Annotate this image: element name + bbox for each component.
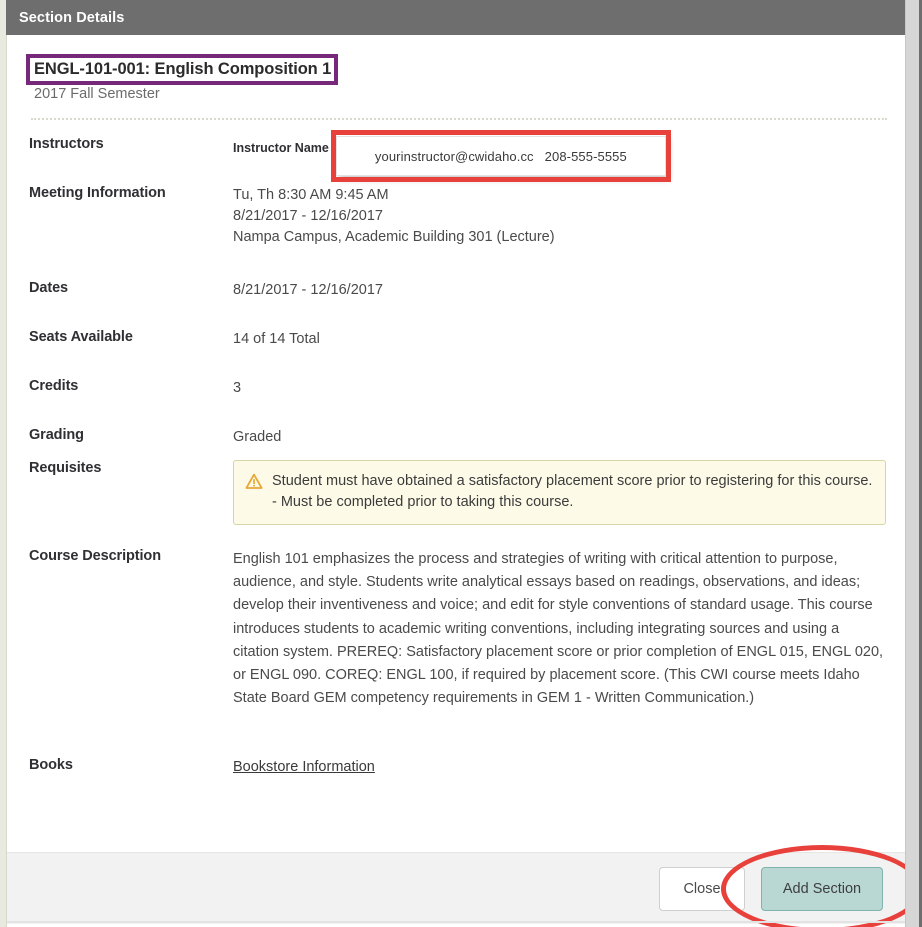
detail-row-seats-available: Seats Available 14 of 14 Total <box>29 329 885 378</box>
warning-triangle-icon <box>245 473 265 497</box>
instructor-contact-group: yourinstructor@cwidaho.cc 208-555-5555 <box>330 130 671 182</box>
books-label: Books <box>29 757 73 773</box>
instructor-contact-tooltip: yourinstructor@cwidaho.cc 208-555-5555 <box>335 136 666 176</box>
detail-row-credits: Credits 3 <box>29 378 885 427</box>
meeting-date-range: 8/21/2017 - 12/16/2017 <box>233 208 383 224</box>
course-term: 2017 Fall Semester <box>34 86 160 102</box>
bookstore-information-link[interactable]: Bookstore Information <box>233 759 375 775</box>
instructor-phone: 208-555-5555 <box>544 148 627 164</box>
detail-row-course-description: Course Description English 101 emphasize… <box>29 548 885 757</box>
instructors-label: Instructors <box>29 136 104 152</box>
detail-row-meeting-information: Meeting Information Tu, Th 8:30 AM 9:45 … <box>29 185 885 280</box>
course-description-text: English 101 emphasizes the process and s… <box>233 551 884 707</box>
credits-value: 3 <box>233 380 242 396</box>
meeting-information-value: Tu, Th 8:30 AM 9:45 AM 8/21/2017 - 12/16… <box>233 185 885 248</box>
grading-value: Graded <box>233 429 282 445</box>
requisites-label: Requisites <box>29 460 102 476</box>
dates-label: Dates <box>29 280 68 296</box>
seats-available-label: Seats Available <box>29 329 133 345</box>
meeting-time: Tu, Th 8:30 AM 9:45 AM <box>233 187 389 203</box>
course-description-label: Course Description <box>29 548 161 564</box>
details-list: Instructors Instructor Name yourinstruct… <box>29 130 886 787</box>
credits-label: Credits <box>29 378 79 394</box>
detail-row-instructors: Instructors Instructor Name yourinstruct… <box>29 130 885 185</box>
detail-row-books: Books Bookstore Information <box>29 757 885 787</box>
instructor-entry: Instructor Name yourinstructor@cwidaho.c… <box>233 130 885 182</box>
section-details-modal: Section Details ENGL-101-001: English Co… <box>0 0 922 927</box>
modal-titlebar: Section Details <box>6 0 905 35</box>
requisites-alert: Student must have obtained a satisfactor… <box>233 460 886 525</box>
detail-row-dates: Dates 8/21/2017 - 12/16/2017 <box>29 280 885 329</box>
requisites-text: Student must have obtained a satisfactor… <box>272 473 873 510</box>
detail-row-grading: Grading Graded <box>29 427 885 460</box>
section-divider <box>31 118 887 120</box>
add-section-group: Add Section <box>721 844 922 927</box>
footer-bottom-border <box>7 921 905 923</box>
instructor-email[interactable]: yourinstructor@cwidaho.cc <box>375 146 534 167</box>
modal-footer: Close Add Section <box>7 844 922 927</box>
grading-label: Grading <box>29 427 84 443</box>
seats-available-value: 14 of 14 Total <box>233 331 320 347</box>
modal-title: Section Details <box>19 9 125 26</box>
add-section-button[interactable]: Add Section <box>761 866 883 911</box>
course-title-group: ENGL-101-001: English Composition 1 <box>26 54 339 85</box>
modal-body: ENGL-101-001: English Composition 1 2017… <box>7 35 905 852</box>
course-title: ENGL-101-001: English Composition 1 <box>34 60 332 78</box>
instructor-name[interactable]: Instructor Name <box>233 136 329 159</box>
dates-value: 8/21/2017 - 12/16/2017 <box>233 282 383 298</box>
detail-row-requisites: Requisites Student must have obtained a … <box>29 460 886 548</box>
meeting-information-label: Meeting Information <box>29 185 166 201</box>
close-button[interactable]: Close <box>659 866 745 911</box>
meeting-location: Nampa Campus, Academic Building 301 (Lec… <box>233 229 555 245</box>
